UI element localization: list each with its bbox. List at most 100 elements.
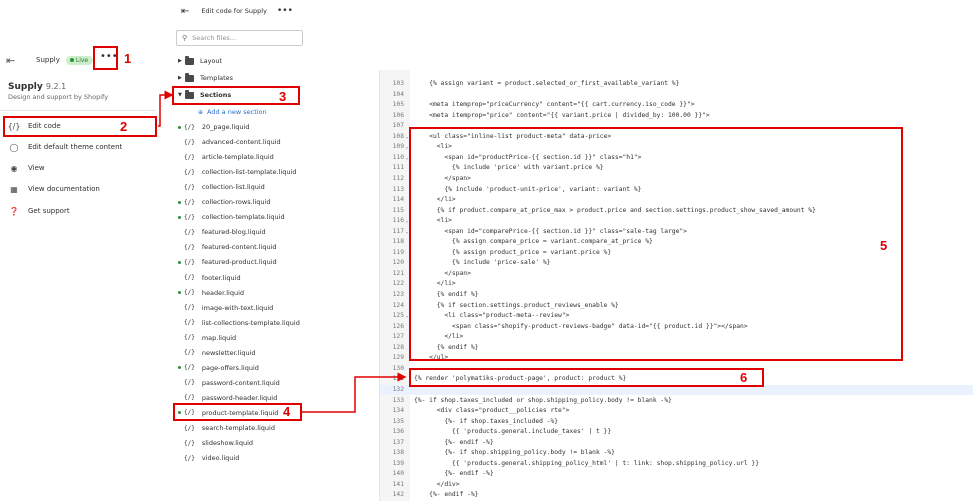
exit-icon[interactable]: ⇤ [6,54,22,67]
line-number: 141 [392,480,404,488]
caret-right-icon: ▶ [178,58,182,64]
file-label: advanced-content.liquid [201,138,281,147]
annotation-box-6 [409,368,764,387]
theme-name: Supply [8,82,43,92]
code-line[interactable]: 134 <div class="product__policies rte"> [380,406,973,416]
back-icon[interactable]: ⇤ [181,6,189,17]
line-number: 134 [392,407,404,415]
modified-dot-icon [178,427,181,430]
question-icon: ❓ [9,206,19,216]
code-line[interactable]: 135 {%- if shop.taxes_included -%} [380,417,973,427]
code-line[interactable]: 136 {{ 'products.general.include_taxes' … [380,427,973,437]
file-item[interactable]: {/} featured-product.liquid [178,256,277,268]
file-item[interactable]: {/} slideshow.liquid [178,437,253,449]
file-item[interactable]: {/} newsletter.liquid [178,347,256,359]
file-item[interactable]: {/} list-collections-template.liquid [178,317,300,329]
code-line[interactable]: 142 {%- endif -%} [380,490,973,500]
liquid-file-icon: {/} [184,183,195,191]
file-item[interactable]: {/} header.liquid [178,287,244,299]
code-line[interactable]: 106 <meta itemprop="price" content="{{ v… [380,111,973,121]
menu-item-label: Get support [28,207,70,215]
annotation-number-3: 3 [279,89,287,104]
file-item[interactable]: {/} video.liquid [178,452,239,464]
folder-icon [185,72,194,82]
file-item[interactable]: {/} article-template.liquid [178,151,274,163]
file-label: video.liquid [201,454,240,463]
divider [0,110,156,111]
code-line[interactable]: 140 {%- endif -%} [380,469,973,479]
menu-item-view[interactable]: ◉ View [0,159,156,177]
line-number: 131 [392,375,404,383]
liquid-file-icon: {/} [184,394,195,402]
file-label: collection-list.liquid [201,183,265,192]
file-item[interactable]: {/} image-with-text.liquid [178,302,273,314]
search-files-input[interactable]: ⚲ Search files... [176,30,303,46]
code-line[interactable]: 133 {%- if shop.taxes_included or shop.sh… [380,396,973,406]
file-label: collection-template.liquid [201,213,285,222]
menu-item-edit-theme-content[interactable]: ◯ Edit default theme content [0,138,156,156]
file-label: collection-list-template.liquid [201,168,297,177]
line-number: 106 [392,111,404,119]
files-header-title: Edit code for Supply [201,7,267,15]
caret-right-icon: ▶ [178,75,182,81]
globe-icon: ◯ [9,142,19,152]
annotation-number-6: 6 [740,370,748,385]
liquid-file-icon: {/} [184,364,195,372]
file-label: featured-blog.liquid [201,228,266,237]
folder-label: Layout [200,57,223,65]
annotation-box-2 [3,116,157,137]
liquid-file-icon: {/} [184,228,195,236]
file-item[interactable]: {/} featured-blog.liquid [178,226,266,238]
code-text: <div class="product__policies rte"> [414,407,570,415]
live-label: Live [75,56,89,64]
liquid-file-icon: {/} [184,424,195,432]
file-item[interactable]: {/} collection-rows.liquid [178,196,270,208]
line-number: 128 [392,343,404,351]
code-line[interactable]: 137 {%- endif -%} [380,438,973,448]
line-number: 135 [392,417,404,425]
line-number: 114 [392,196,404,204]
file-label: header.liquid [201,288,245,297]
files-more-button[interactable]: ••• [277,6,293,16]
file-item[interactable]: {/} map.liquid [178,332,236,344]
file-item[interactable]: {/} featured-content.liquid [178,241,277,253]
folder-templates[interactable]: ▶ Templates [178,72,233,84]
file-label: search-template.liquid [201,424,275,432]
file-item[interactable]: {/} page-offers.liquid [178,362,259,374]
folder-layout[interactable]: ▶ Layout [178,55,222,67]
file-item[interactable]: {/} password-content.liquid [178,377,280,389]
code-line[interactable]: 139 {{ 'products.general.shipping_policy… [380,459,973,469]
file-item[interactable]: {/} advanced-content.liquid [178,136,281,148]
menu-item-get-support[interactable]: ❓ Get support [0,202,156,220]
file-label: featured-product.liquid [201,258,277,267]
menu-item-label: View [28,164,45,172]
line-number: 109 [392,143,404,151]
file-item[interactable]: {/} search-template.liquid [178,422,275,434]
file-item[interactable]: {/} collection-list.liquid [178,181,265,193]
add-section-link[interactable]: Add a new section [198,108,267,116]
file-item[interactable]: {/} 20_page.liquid [178,121,249,133]
code-line[interactable]: 105 <meta itemprop="priceCurrency" conte… [380,100,973,110]
file-item[interactable]: {/} footer.liquid [178,272,241,284]
code-line[interactable]: 103 {% assign variant = product.selected… [380,79,973,89]
code-line[interactable]: 138 {%- if shop.shipping_policy.body != … [380,448,973,458]
line-number: 127 [392,333,404,341]
liquid-file-icon: {/} [184,334,195,342]
code-line[interactable]: 141 </div> [380,480,973,490]
line-number: 126 [392,322,404,330]
file-item[interactable]: {/} collection-template.liquid [178,211,285,223]
line-number: 136 [392,428,404,436]
menu-item-view-documentation[interactable]: ▦ View documentation [0,180,156,198]
folder-icon [185,55,194,65]
code-line[interactable]: 104 [380,90,973,100]
file-item[interactable]: {/} collection-list-template.liquid [178,166,296,178]
file-label: 20_page.liquid [201,123,250,131]
liquid-file-icon: {/} [184,258,195,266]
liquid-file-icon: {/} [184,319,195,327]
liquid-file-icon: {/} [184,304,195,312]
file-label: article-template.liquid [201,153,274,162]
liquid-file-icon: {/} [184,213,195,221]
liquid-file-icon: {/} [184,198,195,206]
store-name: Supply [36,56,60,64]
folder-label: Templates [200,74,234,82]
